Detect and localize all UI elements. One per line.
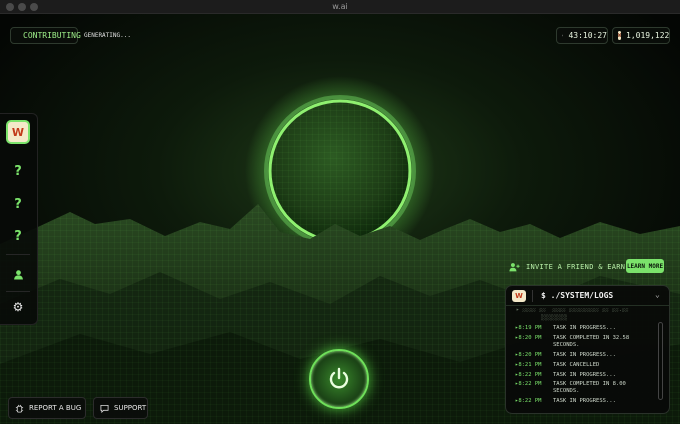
log-time: 8:19 PM [518, 325, 542, 331]
support-button[interactable]: SUPPORT [93, 397, 148, 419]
log-row: ▸ 8:21 PM TASK CANCELLED [515, 362, 653, 369]
w-logo-icon: W [11, 125, 25, 139]
points-logo-icon: W [618, 31, 622, 40]
learn-more-button[interactable]: LEARN MORE [626, 259, 664, 273]
log-time: 8:20 PM [518, 335, 542, 341]
close-window-button[interactable] [6, 3, 14, 11]
sidebar-item-settings[interactable]: ⚙ [6, 295, 30, 319]
app-window: w.ai CONTRIBUTING GENERATING... 43:10:27… [0, 0, 680, 424]
w-logo-icon: W [512, 289, 526, 302]
report-bug-button[interactable]: REPORT A BUG [8, 397, 86, 419]
add-user-icon [509, 263, 520, 272]
chat-icon [100, 404, 109, 413]
sidebar-divider [6, 291, 30, 292]
log-message: TASK IN PROGRESS... [553, 398, 616, 404]
chevron-down-icon[interactable]: ⌄ [655, 290, 660, 299]
log-message: TASK IN PROGRESS... [553, 372, 616, 378]
question-icon: ? [14, 228, 22, 244]
sidebar-divider [6, 254, 30, 255]
bug-icon [15, 404, 24, 413]
activity-text: GENERATING... [84, 32, 131, 39]
log-row: ▸ 8:19 PM TASK IN PROGRESS... [515, 325, 653, 332]
power-button[interactable] [309, 349, 369, 409]
log-message: TASK IN PROGRESS... [553, 352, 616, 358]
zoom-window-button[interactable] [30, 3, 38, 11]
clock-icon [562, 34, 564, 37]
question-icon: ? [14, 196, 22, 212]
log-message: TASK IN PROGRESS... [553, 325, 616, 331]
window-title: w.ai [332, 2, 348, 11]
points-value: 1,019,122 [626, 31, 670, 40]
sidebar-item-unknown-2[interactable]: ? [6, 192, 30, 216]
log-row-partial-tail: ░░░░░░░░ [541, 315, 568, 321]
sidebar-item-logo[interactable]: W [6, 120, 30, 144]
log-row: ▸ 8:22 PM TASK COMPLETED IN 8.00 SECONDS. [515, 381, 653, 395]
log-row: ▸ 8:20 PM TASK IN PROGRESS... [515, 352, 653, 359]
uptime-value: 43:10:27 [568, 31, 607, 40]
support-label: SUPPORT [114, 404, 147, 412]
sidebar-item-unknown-1[interactable]: ? [6, 159, 30, 183]
sidebar: W ? ? ? ⚙ [0, 113, 38, 325]
log-message: TASK COMPLETED IN 8.00 SECONDS. [553, 381, 626, 394]
user-icon [13, 269, 23, 280]
report-bug-label: REPORT A BUG [29, 404, 82, 412]
log-time: 8:22 PM [518, 381, 542, 387]
log-time: 8:20 PM [518, 352, 542, 358]
power-icon [329, 367, 349, 389]
contributing-label: CONTRIBUTING [23, 31, 81, 40]
contributing-status-chip[interactable]: CONTRIBUTING [10, 27, 81, 44]
log-time: 8:21 PM [518, 362, 542, 368]
sidebar-item-profile[interactable] [6, 262, 30, 286]
points-chip: W 1,019,122 [612, 27, 670, 44]
log-row: ▸ 8:22 PM TASK IN PROGRESS... [515, 372, 653, 379]
header-divider [532, 289, 533, 302]
log-time: 8:22 PM [518, 372, 542, 378]
title-bar: w.ai [0, 0, 680, 14]
log-row-partial: ▸ ░░░░ ░░ ░░░░ ░░░░░░░░░ ░░ ░░.░░ [516, 308, 629, 312]
log-time: 8:22 PM [518, 398, 542, 404]
log-row: ▸ 8:20 PM TASK COMPLETED IN 32.58 SECONDS… [515, 335, 653, 349]
invite-label: INVITE A FRIEND & EARN [526, 263, 626, 271]
logs-scrollbar[interactable] [658, 322, 663, 400]
log-row: ▸ 8:22 PM TASK IN PROGRESS... [515, 398, 653, 405]
logs-header[interactable]: W $ ./SYSTEM/LOGS ⌄ [506, 286, 669, 306]
uptime-chip: 43:10:27 [556, 27, 608, 44]
logs-title: $ ./SYSTEM/LOGS [541, 291, 614, 300]
question-icon: ? [14, 163, 22, 179]
gear-icon: ⚙ [12, 300, 24, 314]
log-message: TASK COMPLETED IN 32.58 SECONDS. [553, 335, 630, 348]
sidebar-item-unknown-3[interactable]: ? [6, 224, 30, 248]
minimize-window-button[interactable] [18, 3, 26, 11]
log-message: TASK CANCELLED [553, 362, 600, 368]
